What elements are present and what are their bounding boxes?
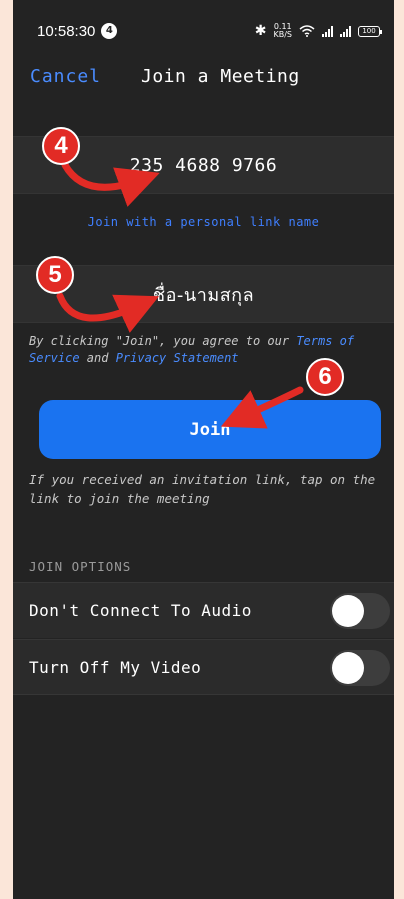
option-dont-connect-audio: Don't Connect To Audio [13,582,394,638]
join-button[interactable]: Join [39,400,381,459]
step-badge-4: 4 [42,127,80,165]
option-label: Don't Connect To Audio [29,601,252,620]
invite-hint: If you received an invitation link, tap … [29,472,376,506]
wifi-icon [299,25,315,37]
terms-and: and [79,351,116,365]
step-badge-6: 6 [306,358,344,396]
audio-toggle[interactable] [330,593,390,629]
net-speed: 0.11 KB/S [273,23,292,39]
signal-icon [322,25,333,37]
join-options-header: JOIN OPTIONS [29,559,132,574]
battery-icon: 100 [358,25,382,37]
personal-link-button[interactable]: Join with a personal link name [13,215,394,229]
notification-badge: 4 [101,23,118,39]
meeting-id-value: 235 4688 9766 [129,154,278,176]
page-title: Join a Meeting [141,66,300,87]
step-badge-5: 5 [36,256,74,294]
status-icons: ✱ 0.11 KB/S 100 [254,23,382,39]
toggle-knob [332,595,364,627]
terms-prefix: By clicking "Join", you agree to our [29,334,297,348]
option-turn-off-video: Turn Off My Video [13,639,394,695]
video-toggle[interactable] [330,650,390,686]
bluetooth-icon: ✱ [254,23,267,39]
option-label: Turn Off My Video [29,657,202,677]
display-name-value: ชื่อ-นามสกุล [152,284,255,306]
cancel-button[interactable]: Cancel [30,66,101,87]
net-speed-unit: KB/S [273,30,292,39]
status-bar: 10:58:30 4 ✱ 0.11 KB/S 100 [13,0,394,62]
privacy-statement-link[interactable]: Privacy Statement [116,351,239,365]
status-time: 10:58:30 [37,22,96,40]
nav-bar: Cancel Join a Meeting [13,62,394,110]
toggle-knob [332,652,364,684]
signal-icon [340,25,351,37]
